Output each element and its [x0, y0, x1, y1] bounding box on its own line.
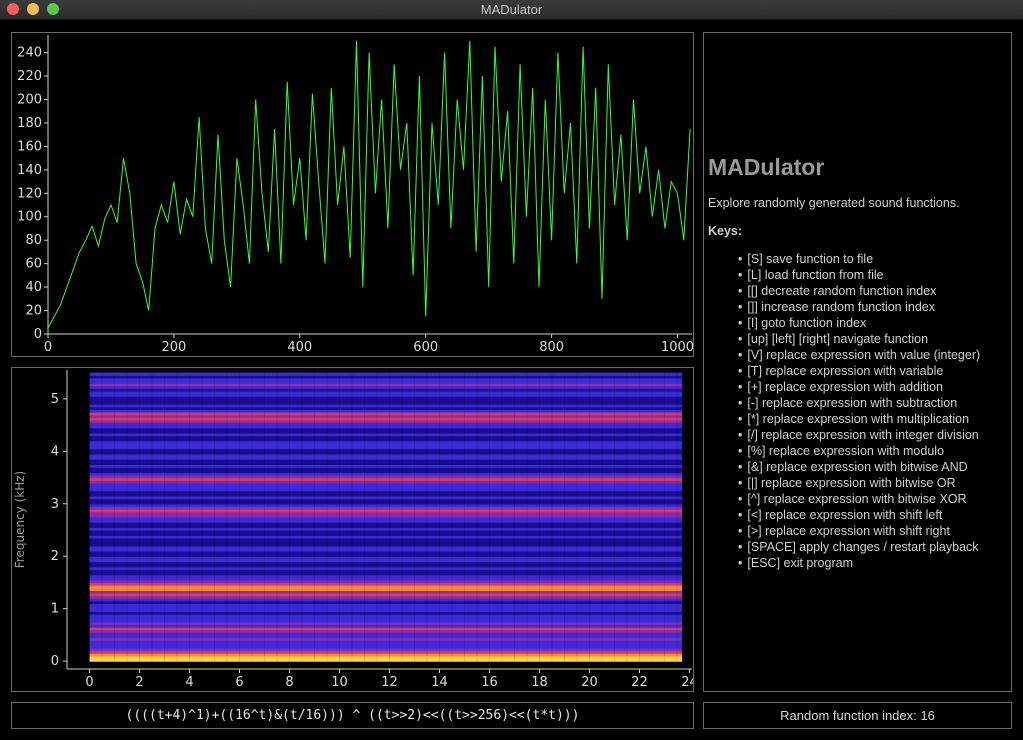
key-item: [<] replace expression with shift left [738, 507, 980, 523]
x-tick-label: 2 [135, 675, 143, 690]
y-axis-label: Frequency (kHz) [13, 471, 27, 568]
key-item: [+] replace expression with addition [738, 379, 980, 395]
y-tick-label: 3 [51, 497, 59, 512]
title-bar: MADulator [0, 0, 1023, 20]
key-item: [SPACE] apply changes / restart playback [738, 539, 980, 555]
x-tick-label: 0 [85, 675, 93, 690]
key-item: [-] replace expression with subtraction [738, 395, 980, 411]
y-tick-label: 220 [17, 69, 42, 84]
x-tick-label: 12 [381, 675, 398, 690]
x-tick-label: 22 [631, 675, 648, 690]
waveform-panel: 0 20 40 60 80 100 120 140 160 180 200 220 240 0 200 400… [11, 32, 694, 357]
key-item: [/] replace expression with integer divi… [738, 427, 980, 443]
y-tick-label: 1 [51, 602, 59, 617]
random-function-index: Random function index: 16 [780, 708, 935, 723]
key-item: [S] save function to file [738, 251, 980, 267]
x-tick-label: 6 [235, 675, 243, 690]
app-description: Explore randomly generated sound functio… [708, 196, 960, 210]
spectrogram-panel: 012345024681012141618202224Frequency (kH… [11, 367, 694, 692]
window-title: MADulator [480, 2, 543, 17]
key-item: [ESC] exit program [738, 555, 980, 571]
x-tick-label: 600 [413, 340, 438, 355]
x-tick-label: 800 [539, 340, 564, 355]
spectrogram-band [89, 372, 682, 376]
y-tick-label: 240 [17, 46, 42, 61]
key-item: [I] goto function index [738, 315, 980, 331]
key-item: [L] load function from file [738, 267, 980, 283]
x-tick-label: 1000 [661, 340, 693, 355]
key-list: [S] save function to file [L] load funct… [738, 251, 980, 571]
y-tick-label: 40 [25, 280, 42, 295]
x-tick-label: 8 [285, 675, 293, 690]
waveform-chart: 0 20 40 60 80 100 120 140 160 180 200 220 240 0 200 400… [17, 35, 693, 355]
y-tick-label: 0 [51, 654, 59, 669]
x-tick-label: 0 [44, 340, 52, 355]
random-index-panel: Random function index: 16 [703, 702, 1012, 729]
y-tick-label: 120 [17, 186, 42, 201]
y-tick-label: 180 [17, 116, 42, 131]
y-tick-label: 60 [25, 257, 42, 272]
y-tick-label: 5 [51, 392, 59, 407]
x-tick-label: 400 [287, 340, 312, 355]
y-tick-label: 0 [34, 327, 42, 342]
x-tick-label: 200 [161, 340, 186, 355]
key-item: [*] replace expression with multiplicati… [738, 411, 980, 427]
help-panel: MADulator Explore randomly generated sou… [703, 32, 1012, 692]
key-item: [[] decreate random function index [738, 283, 980, 299]
y-tick-label: 80 [25, 233, 42, 248]
y-tick-label: 2 [51, 549, 59, 564]
y-tick-label: 100 [17, 210, 42, 225]
function-expression[interactable]: ((((t+4)^1)+((16^t)&(t/16))) ^ ((t>>2)<<… [12, 708, 693, 723]
key-item: [&] replace expression with bitwise AND [738, 459, 980, 475]
x-tick-label: 20 [581, 675, 598, 690]
x-tick-label: 18 [531, 675, 548, 690]
y-tick-label: 4 [51, 444, 59, 459]
app-heading: MADulator [708, 154, 825, 180]
waveform-line [47, 40, 691, 329]
x-tick-label: 10 [331, 675, 348, 690]
key-item: [T] replace expression with variable [738, 363, 980, 379]
key-item: [up] [left] [right] navigate function [738, 331, 980, 347]
x-tick-label: 16 [481, 675, 498, 690]
key-item: [V] replace expression with value (integ… [738, 347, 980, 363]
expression-panel[interactable]: ((((t+4)^1)+((16^t)&(t/16))) ^ ((t>>2)<<… [11, 702, 694, 729]
x-tick-label: 4 [185, 675, 193, 690]
key-item: []] increase random function index [738, 299, 980, 315]
y-tick-label: 20 [25, 304, 42, 319]
key-item: [|] replace expression with bitwise OR [738, 475, 980, 491]
spectrogram-chart: 012345024681012141618202224Frequency (kH… [13, 370, 693, 690]
x-tick-label: 14 [431, 675, 448, 690]
y-tick-label: 160 [17, 139, 42, 154]
x-tick-label: 24 [681, 675, 693, 690]
keys-heading: Keys: [708, 224, 743, 238]
key-item: [%] replace expression with modulo [738, 443, 980, 459]
key-item: [^] replace expression with bitwise XOR [738, 491, 980, 507]
y-tick-label: 200 [17, 92, 42, 107]
y-tick-label: 140 [17, 163, 42, 178]
key-item: [>] replace expression with shift right [738, 523, 980, 539]
